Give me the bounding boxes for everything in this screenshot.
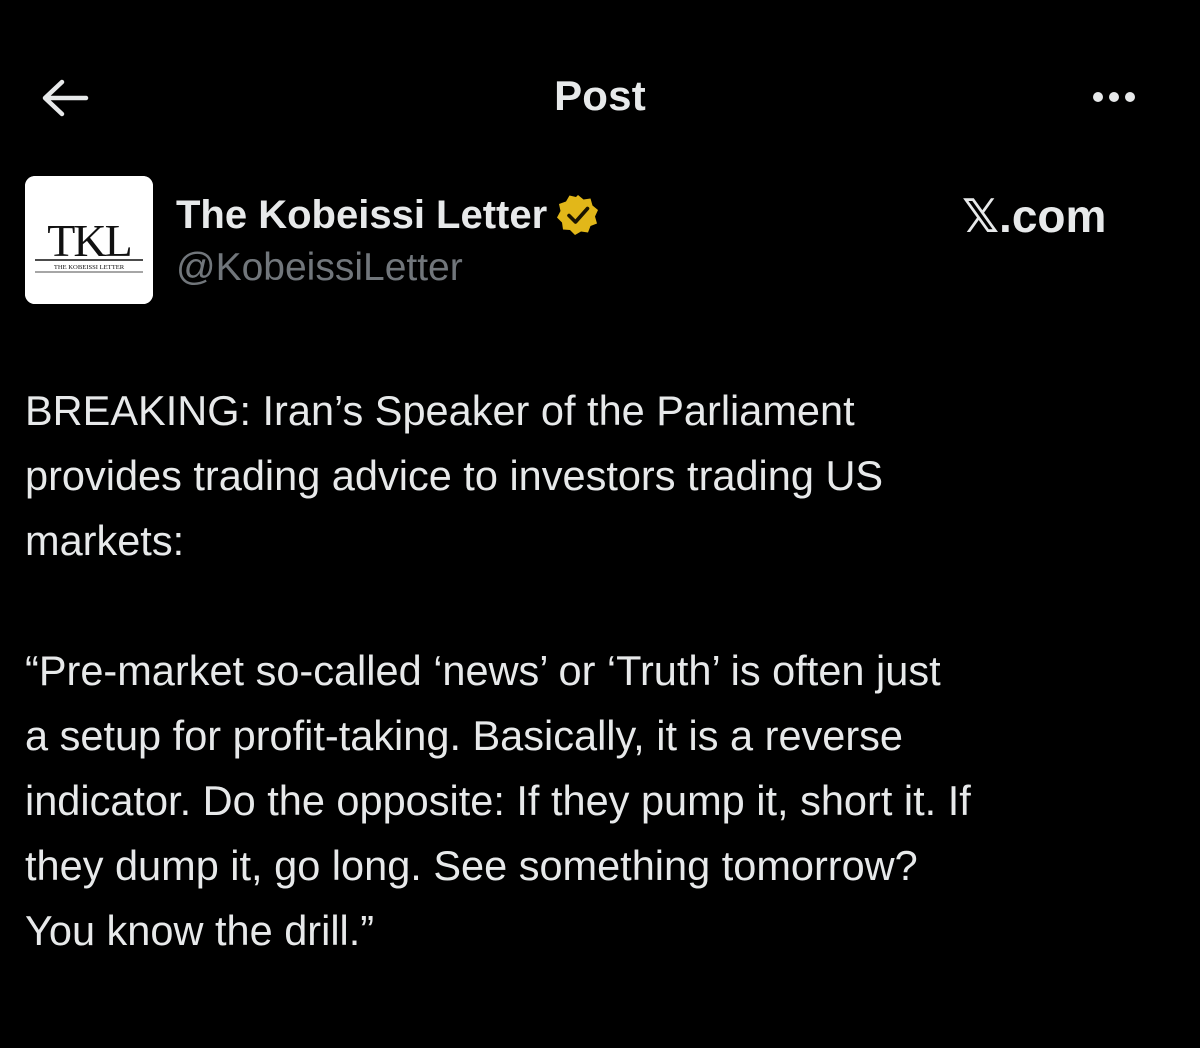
post-line: provides trading advice to investors tra… [25, 452, 884, 499]
avatar[interactable]: TKL THE KOBEISSI LETTER [25, 176, 153, 304]
watermark-text: 𝕏.com [962, 190, 1107, 242]
quote-line: You know the drill.” [25, 907, 375, 954]
top-bar: Post [0, 0, 1200, 190]
author-handle[interactable]: @KobeissiLetter [176, 246, 463, 290]
verified-badge-icon [557, 195, 599, 235]
svg-text:TKL: TKL [47, 215, 130, 266]
quote-line: “Pre-market so-called ‘news’ or ‘Truth’ … [25, 647, 941, 694]
x-watermark: 𝕏.com [960, 188, 1160, 244]
post-line: markets: [25, 517, 185, 564]
tkl-logo: TKL THE KOBEISSI LETTER [25, 176, 153, 304]
author-name-row[interactable]: The Kobeissi Letter [176, 190, 601, 240]
quote-line: they dump it, go long. See something tom… [25, 842, 918, 889]
more-options-button[interactable] [1078, 74, 1150, 122]
post-text: BREAKING: Iran’s Speaker of the Parliame… [25, 378, 1175, 963]
more-horizontal-icon [1090, 89, 1138, 107]
svg-text:THE KOBEISSI LETTER: THE KOBEISSI LETTER [54, 264, 125, 271]
quote-line: a setup for profit-taking. Basically, it… [25, 712, 904, 759]
page-title: Post [554, 72, 646, 119]
post-line: BREAKING: Iran’s Speaker of the Parliame… [25, 387, 855, 434]
author-name[interactable]: The Kobeissi Letter [176, 193, 547, 238]
quote-line: indicator. Do the opposite: If they pump… [25, 777, 971, 824]
